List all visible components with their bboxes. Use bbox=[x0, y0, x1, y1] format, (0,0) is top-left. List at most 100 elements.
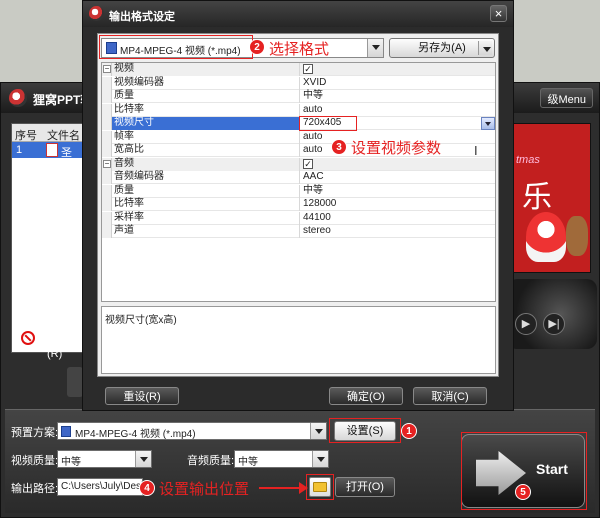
chevron-down-icon[interactable] bbox=[478, 41, 492, 55]
property-gutter bbox=[102, 171, 112, 184]
video-quality-label: 视频质量: bbox=[11, 455, 59, 467]
property-row[interactable]: 采样率 44100 bbox=[102, 211, 495, 225]
property-gutter bbox=[102, 103, 112, 117]
property-value[interactable]: 中等 bbox=[301, 185, 495, 198]
property-gutter bbox=[102, 144, 112, 157]
property-name: 比特率 bbox=[112, 198, 300, 211]
property-row[interactable]: 比特率 128000 bbox=[102, 198, 495, 211]
property-category[interactable]: − 音频 ✓ bbox=[102, 157, 495, 171]
output-path-input[interactable]: C:\Users\July\Deskto bbox=[57, 478, 154, 496]
video-format-icon bbox=[61, 426, 71, 437]
reset-button[interactable]: 重设(R) bbox=[105, 387, 179, 405]
property-value[interactable]: stereo bbox=[301, 225, 495, 238]
property-name: 音频 bbox=[112, 157, 300, 171]
player-controls: ▶ ▶| bbox=[507, 279, 597, 349]
property-gutter bbox=[102, 76, 112, 90]
close-button[interactable]: × bbox=[490, 5, 507, 22]
next-button[interactable]: ▶| bbox=[543, 313, 565, 335]
text-cursor-icon: I bbox=[474, 143, 478, 158]
dialog-titlebar[interactable]: 输出格式设定 × bbox=[83, 1, 513, 27]
annotation-text-output: 设置输出位置 bbox=[159, 481, 250, 498]
app-logo-icon bbox=[9, 89, 27, 107]
file-list[interactable]: 序号 文件名 1 圣诞 bbox=[11, 123, 83, 353]
column-header-index[interactable]: 序号 bbox=[15, 127, 37, 143]
enable-checkbox[interactable]: ✓ bbox=[303, 64, 313, 74]
chevron-down-icon[interactable] bbox=[312, 451, 328, 467]
open-button[interactable]: 打开(O) bbox=[335, 477, 395, 497]
property-name: 视频尺寸 bbox=[112, 117, 300, 130]
play-button[interactable]: ▶ bbox=[515, 313, 537, 335]
property-name: 视频 bbox=[112, 63, 300, 76]
column-header-filename[interactable]: 文件名 bbox=[47, 127, 80, 143]
preview-pane: tmas 乐 bbox=[511, 123, 591, 273]
annotation-box-folder bbox=[306, 474, 334, 500]
ppt-file-icon bbox=[46, 143, 58, 157]
property-name: 质量 bbox=[112, 90, 300, 103]
preset-select[interactable]: MP4-MPEG-4 视频 (*.mp4) bbox=[57, 422, 327, 440]
description-text: 视频尺寸(宽x高) bbox=[105, 315, 177, 326]
annotation-box-settings bbox=[329, 418, 401, 443]
video-quality-value: 中等 bbox=[61, 457, 81, 468]
video-quality-select[interactable]: 中等 bbox=[57, 450, 152, 468]
property-row[interactable]: 视频编码器 XVID bbox=[102, 76, 495, 90]
property-gutter bbox=[102, 198, 112, 211]
property-value[interactable]: 中等 bbox=[301, 90, 495, 103]
audio-quality-label: 音频质量: bbox=[187, 455, 235, 467]
property-name: 宽高比 bbox=[112, 144, 300, 157]
dialog-body: MP4-MPEG-4 视频 (*.mp4) 另存为(A) − 视频 ✓ 视频编码器 XV… bbox=[97, 33, 499, 377]
ok-button[interactable]: 确定(O) bbox=[329, 387, 403, 405]
annotation-arrow-line bbox=[259, 487, 301, 489]
property-row[interactable]: 比特率 auto bbox=[102, 103, 495, 117]
property-row[interactable]: 视频尺寸 720x405 bbox=[102, 116, 495, 131]
save-as-button[interactable]: 另存为(A) bbox=[389, 38, 495, 58]
annotation-box-size bbox=[299, 116, 357, 131]
side-handle-icon bbox=[67, 367, 83, 397]
audio-quality-value: 中等 bbox=[238, 457, 258, 468]
annotation-marker-5: 5 bbox=[515, 484, 531, 500]
annotation-box-format bbox=[99, 35, 253, 59]
preset-label: 预置方案: bbox=[11, 427, 59, 439]
property-name: 帧率 bbox=[112, 130, 300, 144]
property-gutter bbox=[102, 225, 112, 238]
annotation-marker-1: 1 bbox=[401, 423, 417, 439]
description-panel: 视频尺寸(宽x高) bbox=[101, 306, 496, 374]
remove-label: 移除(R) bbox=[47, 335, 69, 360]
cancel-button[interactable]: 取消(C) bbox=[413, 387, 487, 405]
property-category[interactable]: − 视频 ✓ bbox=[102, 63, 495, 76]
property-value[interactable]: AAC bbox=[301, 171, 495, 184]
property-value[interactable]: 128000 bbox=[301, 198, 495, 211]
preset-value: MP4-MPEG-4 视频 (*.mp4) bbox=[75, 429, 196, 440]
file-list-header: 序号 文件名 bbox=[12, 124, 82, 142]
property-value[interactable]: auto bbox=[301, 104, 495, 117]
property-row[interactable]: 质量 中等 bbox=[102, 90, 495, 103]
property-row[interactable]: 声道 stereo bbox=[102, 225, 495, 238]
property-gutter bbox=[102, 130, 112, 144]
annotation-marker-2: 2 bbox=[249, 39, 265, 55]
remove-button[interactable]: 移除(R) bbox=[21, 329, 81, 360]
file-row[interactable]: 1 圣诞 bbox=[12, 142, 82, 175]
property-gutter bbox=[102, 184, 112, 198]
remove-icon bbox=[21, 331, 35, 345]
preview-caption: tmas bbox=[516, 154, 540, 166]
property-gutter bbox=[102, 90, 112, 103]
property-value[interactable]: XVID bbox=[301, 77, 495, 90]
property-grid[interactable]: − 视频 ✓ 视频编码器 XVID 质量 中等 比特率 auto 视频尺寸 720x405 帧率 aut… bbox=[101, 62, 496, 302]
dialog-title: 输出格式设定 bbox=[109, 11, 175, 23]
property-row[interactable]: 音频编码器 AAC bbox=[102, 171, 495, 184]
chevron-down-icon[interactable] bbox=[310, 423, 326, 439]
chevron-down-icon[interactable] bbox=[367, 39, 383, 57]
reindeer-image bbox=[566, 216, 588, 256]
audio-quality-select[interactable]: 中等 bbox=[234, 450, 329, 468]
chevron-down-icon[interactable] bbox=[481, 117, 495, 130]
menu-button[interactable]: 级Menu bbox=[540, 88, 593, 108]
annotation-marker-4: 4 bbox=[139, 480, 155, 496]
collapse-toggle-icon[interactable]: − bbox=[103, 159, 111, 168]
format-settings-dialog: 输出格式设定 × MP4-MPEG-4 视频 (*.mp4) 另存为(A) − 视… bbox=[82, 0, 514, 411]
property-value[interactable]: 44100 bbox=[301, 212, 495, 225]
chevron-down-icon[interactable] bbox=[135, 451, 151, 467]
property-name: 视频编码器 bbox=[112, 76, 300, 90]
property-name: 比特率 bbox=[112, 103, 300, 117]
enable-checkbox[interactable]: ✓ bbox=[303, 158, 313, 169]
collapse-toggle-icon[interactable]: − bbox=[103, 65, 111, 73]
property-row[interactable]: 质量 中等 bbox=[102, 184, 495, 198]
